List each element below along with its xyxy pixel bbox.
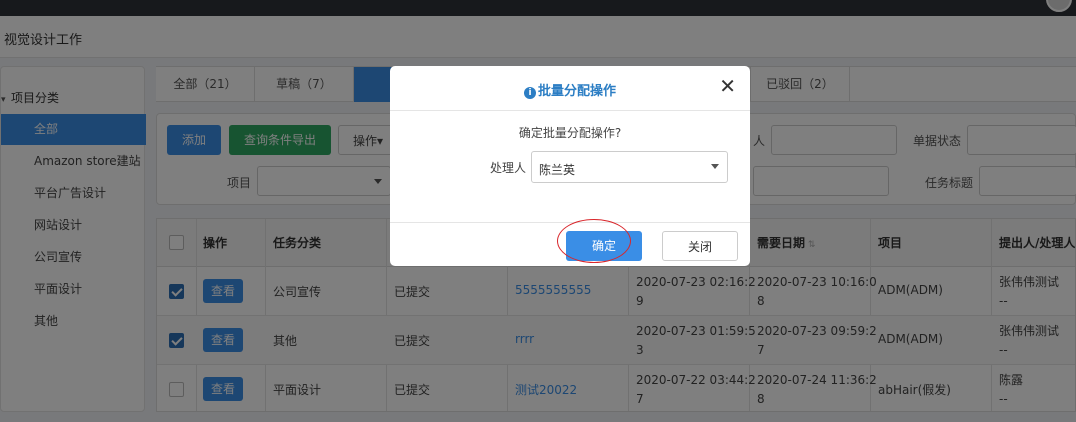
handler-label: 处理人 [490, 161, 527, 175]
handler-select-value: 陈兰英 [539, 163, 576, 177]
dialog-title-text: 批量分配操作 [537, 84, 616, 99]
batch-assign-dialog: i 批量分配操作 ✕ 确定批量分配操作? 处理人 陈兰英 确定 关闭 [390, 66, 750, 266]
close-button[interactable]: 关闭 [662, 231, 738, 261]
close-icon[interactable]: ✕ [719, 76, 736, 96]
dialog-footer: 确定 关闭 [390, 219, 750, 266]
highlight-annotation [557, 219, 631, 263]
handler-select[interactable]: 陈兰英 [531, 151, 728, 183]
dialog-title: i 批量分配操作 [390, 80, 750, 99]
info-icon: i [523, 87, 536, 99]
caret-down-icon [711, 164, 719, 169]
dialog-message: 确定批量分配操作? [518, 126, 622, 140]
dialog-header: i 批量分配操作 ✕ [390, 66, 750, 111]
